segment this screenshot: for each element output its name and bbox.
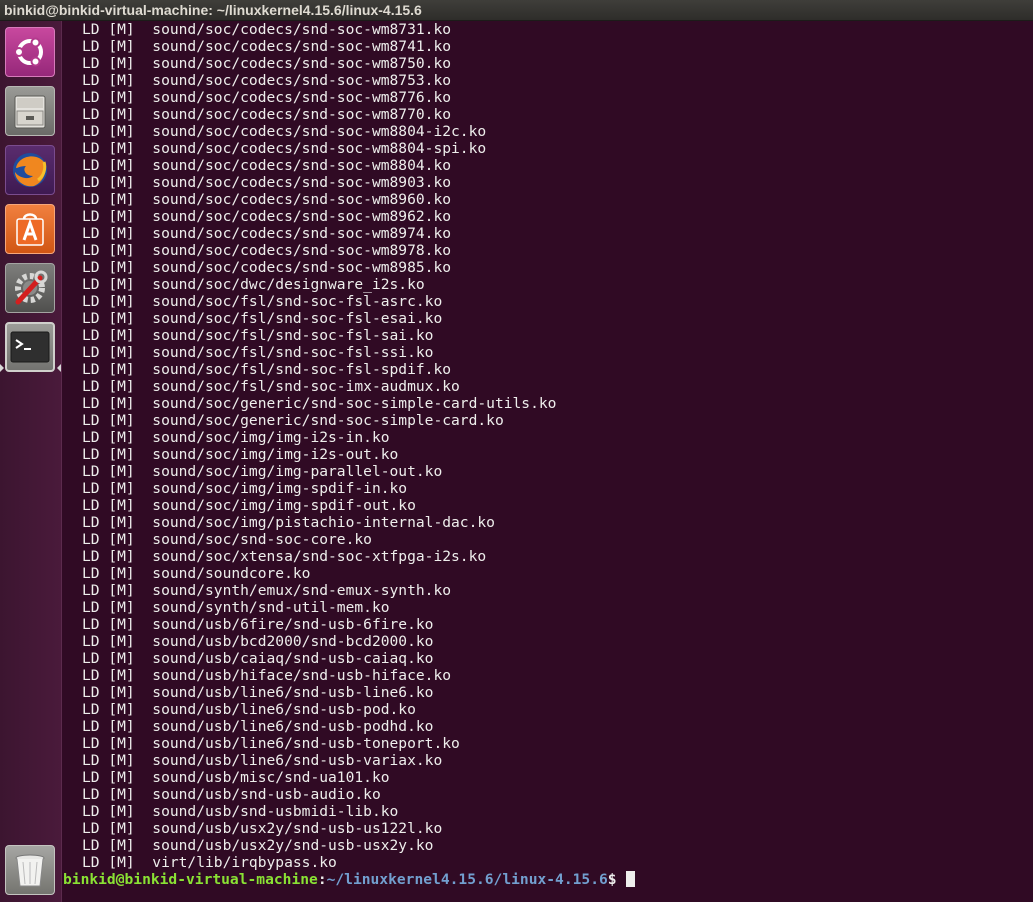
terminal-icon (7, 324, 53, 370)
terminal-output-line: LD [M] sound/usb/line6/snd-usb-line6.ko (82, 684, 434, 701)
terminal-output-line: LD [M] sound/soc/fsl/snd-soc-fsl-asrc.ko (82, 293, 443, 310)
terminal-output-line: LD [M] sound/usb/line6/snd-usb-podhd.ko (82, 718, 434, 735)
launcher-item-settings[interactable] (5, 263, 55, 313)
terminal-output-line: LD [M] sound/usb/misc/snd-ua101.ko (82, 769, 390, 786)
terminal-output-line: LD [M] sound/soc/codecs/snd-soc-wm8962.k… (82, 208, 452, 225)
terminal-output-line: LD [M] sound/usb/bcd2000/snd-bcd2000.ko (82, 633, 434, 650)
terminal-output-line: LD [M] sound/soc/snd-soc-core.ko (82, 531, 372, 548)
terminal-output-line: LD [M] virt/lib/irqbypass.ko (82, 854, 337, 871)
terminal-output-line: LD [M] sound/usb/line6/snd-usb-toneport.… (82, 735, 460, 752)
terminal-output-line: LD [M] sound/soc/codecs/snd-soc-wm8753.k… (82, 72, 452, 89)
terminal-window[interactable]: LD [M] sound/soc/codecs/snd-soc-wm8731.k… (62, 21, 1033, 902)
wrench-gear-icon (6, 264, 54, 312)
terminal-output-line: LD [M] sound/soc/dwc/designware_i2s.ko (82, 276, 425, 293)
terminal-output-line: LD [M] sound/soc/img/img-i2s-out.ko (82, 446, 399, 463)
terminal-output-line: LD [M] sound/usb/caiaq/snd-usb-caiaq.ko (82, 650, 434, 667)
trash-icon (6, 846, 54, 894)
terminal-output-line: LD [M] sound/soc/fsl/snd-soc-imx-audmux.… (82, 378, 460, 395)
terminal-output-line: LD [M] sound/usb/snd-usbmidi-lib.ko (82, 803, 399, 820)
terminal-output-line: LD [M] sound/usb/usx2y/snd-usb-usx2y.ko (82, 837, 434, 854)
terminal-output-line: LD [M] sound/usb/snd-usb-audio.ko (82, 786, 381, 803)
active-indicator-right (57, 364, 61, 372)
window-titlebar[interactable]: binkid@binkid-virtual-machine: ~/linuxke… (0, 0, 1033, 21)
window-title: binkid@binkid-virtual-machine: ~/linuxke… (4, 2, 422, 18)
terminal-output-line: LD [M] sound/soc/codecs/snd-soc-wm8750.k… (82, 55, 452, 72)
launcher-item-terminal[interactable] (5, 322, 55, 372)
terminal-output-line: LD [M] sound/soc/img/img-i2s-in.ko (82, 429, 390, 446)
launcher-item-files[interactable] (5, 86, 55, 136)
terminal-output-line: LD [M] sound/usb/6fire/snd-usb-6fire.ko (82, 616, 434, 633)
terminal-output-line: LD [M] sound/soc/codecs/snd-soc-wm8978.k… (82, 242, 452, 259)
terminal-output-line: LD [M] sound/synth/snd-util-mem.ko (82, 599, 390, 616)
terminal-output-line: LD [M] sound/soc/codecs/snd-soc-wm8776.k… (82, 89, 452, 106)
prompt-path: ~/linuxkernel4.15.6/linux-4.15.6 (326, 871, 608, 888)
terminal-output-line: LD [M] sound/synth/emux/snd-emux-synth.k… (82, 582, 452, 599)
launcher (0, 21, 62, 902)
terminal-output-line: LD [M] sound/usb/usx2y/snd-usb-us122l.ko (82, 820, 443, 837)
terminal-output-line: LD [M] sound/soc/img/pistachio-internal-… (82, 514, 495, 531)
launcher-item-software-center[interactable] (5, 204, 55, 254)
terminal-output-line: LD [M] sound/soc/codecs/snd-soc-wm8804.k… (82, 157, 452, 174)
prompt-symbol: $ (607, 871, 617, 888)
terminal-output-line: LD [M] sound/soc/fsl/snd-soc-fsl-sai.ko (82, 327, 434, 344)
terminal-output-line: LD [M] sound/soc/generic/snd-soc-simple-… (82, 395, 557, 412)
terminal-output-line: LD [M] sound/soc/codecs/snd-soc-wm8770.k… (82, 106, 452, 123)
terminal-output-line: LD [M] sound/soc/codecs/snd-soc-wm8903.k… (82, 174, 452, 191)
terminal-output-line: LD [M] sound/soc/codecs/snd-soc-wm8731.k… (82, 21, 452, 38)
terminal-output-line: LD [M] sound/soc/xtensa/snd-soc-xtfpga-i… (82, 548, 487, 565)
terminal-output-line: LD [M] sound/soc/codecs/snd-soc-wm8960.k… (82, 191, 452, 208)
launcher-item-dash[interactable] (5, 27, 55, 77)
shopping-bag-icon (6, 205, 54, 253)
active-indicator-left (0, 364, 4, 372)
terminal-output-line: LD [M] sound/soc/img/img-spdif-in.ko (82, 480, 408, 497)
terminal-output-line: LD [M] sound/soc/codecs/snd-soc-wm8804-i… (82, 123, 487, 140)
prompt-line[interactable]: binkid@binkid-virtual-machine:~/linuxker… (62, 871, 1033, 888)
prompt-user-host: binkid@binkid-virtual-machine (63, 871, 318, 888)
terminal-output-line: LD [M] sound/usb/line6/snd-usb-pod.ko (82, 701, 416, 718)
terminal-output-line: LD [M] sound/soundcore.ko (82, 565, 311, 582)
terminal-output-line: LD [M] sound/usb/line6/snd-usb-variax.ko (82, 752, 443, 769)
terminal-output-line: LD [M] sound/soc/codecs/snd-soc-wm8804-s… (82, 140, 487, 157)
file-cabinet-icon (6, 87, 54, 135)
terminal-output-line: LD [M] sound/soc/fsl/snd-soc-fsl-ssi.ko (82, 344, 434, 361)
terminal-output-line: LD [M] sound/soc/generic/snd-soc-simple-… (82, 412, 504, 429)
launcher-item-trash[interactable] (5, 845, 55, 895)
text-cursor (625, 871, 635, 887)
launcher-item-firefox[interactable] (5, 145, 55, 195)
terminal-output-line: LD [M] sound/soc/codecs/snd-soc-wm8974.k… (82, 225, 452, 242)
terminal-output-line: LD [M] sound/usb/hiface/snd-usb-hiface.k… (82, 667, 452, 684)
firefox-icon (6, 146, 54, 194)
terminal-output-line: LD [M] sound/soc/img/img-parallel-out.ko (82, 463, 443, 480)
prompt-separator: : (317, 871, 327, 888)
terminal-output-line: LD [M] sound/soc/codecs/snd-soc-wm8741.k… (82, 38, 452, 55)
terminal-output-line: LD [M] sound/soc/fsl/snd-soc-fsl-spdif.k… (82, 361, 452, 378)
terminal-output-line: LD [M] sound/soc/fsl/snd-soc-fsl-esai.ko (82, 310, 443, 327)
terminal-output: LD [M] sound/soc/codecs/snd-soc-wm8731.k… (62, 21, 1033, 871)
terminal-output-line: LD [M] sound/soc/img/img-spdif-out.ko (82, 497, 416, 514)
terminal-output-line: LD [M] sound/soc/codecs/snd-soc-wm8985.k… (82, 259, 452, 276)
ubuntu-logo-icon (6, 28, 54, 76)
